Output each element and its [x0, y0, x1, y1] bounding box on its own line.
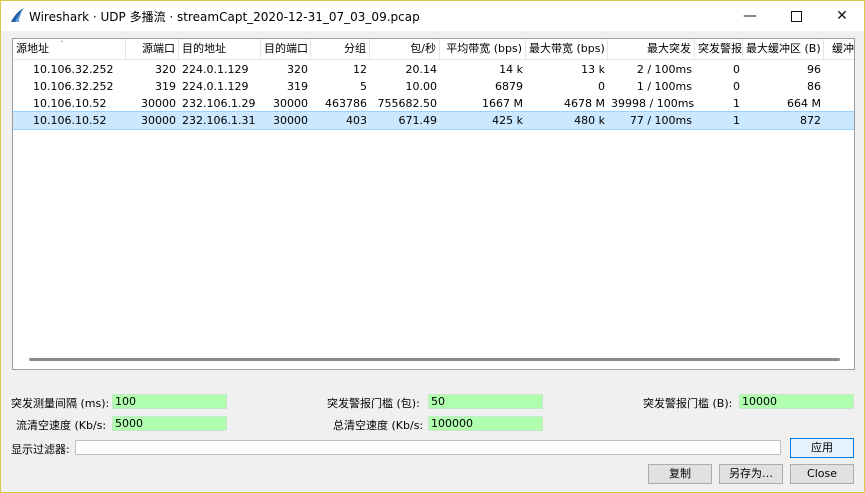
- copy-button[interactable]: 复制: [648, 464, 712, 484]
- table-row[interactable]: 10.106.32.252 319 224.0.1.129 319 5 10.0…: [13, 78, 854, 95]
- burst-interval-input[interactable]: 100: [112, 394, 227, 409]
- table-header: 源地址 ˆ 源端口 目的地址 目的端口 分组 包/秒 平均带宽 (bps) 最大带…: [13, 39, 854, 60]
- col-dst-addr[interactable]: 目的地址: [179, 39, 261, 59]
- col-packets[interactable]: 分组: [311, 39, 370, 59]
- maximize-icon: [790, 10, 802, 22]
- maximize-button[interactable]: [773, 1, 819, 31]
- streams-table[interactable]: 源地址 ˆ 源端口 目的地址 目的端口 分组 包/秒 平均带宽 (bps) 最大带…: [12, 38, 855, 370]
- col-buffer-alarms[interactable]: 缓冲: [824, 39, 854, 59]
- total-drain-label: 总清空速度 (Kb/s:: [333, 419, 424, 432]
- col-pps[interactable]: 包/秒: [370, 39, 440, 59]
- col-avg-bw[interactable]: 平均带宽 (bps): [440, 39, 526, 59]
- total-drain-input[interactable]: 100000: [428, 416, 543, 431]
- close-button[interactable]: Close: [790, 464, 854, 484]
- table-row-selected[interactable]: 10.106.10.52 30000 232.106.1.31 30000 40…: [13, 111, 854, 130]
- horizontal-scrollbar[interactable]: [29, 358, 840, 361]
- col-src-addr[interactable]: 源地址 ˆ: [13, 39, 126, 59]
- close-icon: ✕: [836, 8, 848, 24]
- stream-drain-label: 流清空速度 (Kb/s:: [16, 419, 107, 432]
- col-src-port[interactable]: 源端口: [126, 39, 179, 59]
- minimize-button[interactable]: —: [727, 1, 773, 31]
- apply-button[interactable]: 应用: [790, 438, 854, 458]
- col-max-buffer[interactable]: 最大缓冲区 (B): [743, 39, 824, 59]
- buffer-alarm-label: 突发警报门槛 (B):: [643, 397, 733, 410]
- col-max-bw[interactable]: 最大带宽 (bps): [526, 39, 608, 59]
- title-bar: Wireshark · UDP 多播流 · streamCapt_2020-12…: [1, 1, 864, 31]
- wireshark-fin-icon: [11, 8, 24, 22]
- stream-drain-input[interactable]: 5000: [112, 416, 227, 431]
- col-dst-port[interactable]: 目的端口: [261, 39, 311, 59]
- table-row[interactable]: 10.106.10.52 30000 232.106.1.29 30000 46…: [13, 95, 854, 112]
- sort-ascending-icon: ˆ: [60, 40, 64, 49]
- display-filter-label: 显示过滤器:: [11, 443, 70, 456]
- col-burst-alarms[interactable]: 突发警报: [695, 39, 743, 59]
- minimize-icon: —: [743, 8, 757, 24]
- buffer-alarm-input[interactable]: 10000: [739, 394, 854, 409]
- burst-alarm-packets-label: 突发警报门槛 (包):: [327, 397, 420, 410]
- col-max-burst[interactable]: 最大突发: [608, 39, 695, 59]
- window-title: Wireshark · UDP 多播流 · streamCapt_2020-12…: [29, 10, 420, 24]
- display-filter-input[interactable]: [75, 440, 781, 455]
- table-row[interactable]: 10.106.32.252 320 224.0.1.129 320 12 20.…: [13, 61, 854, 78]
- burst-interval-label: 突发测量间隔 (ms):: [11, 397, 110, 410]
- close-window-button[interactable]: ✕: [819, 1, 865, 31]
- burst-alarm-packets-input[interactable]: 50: [428, 394, 543, 409]
- udp-multicast-window: Wireshark · UDP 多播流 · streamCapt_2020-12…: [0, 0, 865, 493]
- save-as-button[interactable]: 另存为…: [719, 464, 783, 484]
